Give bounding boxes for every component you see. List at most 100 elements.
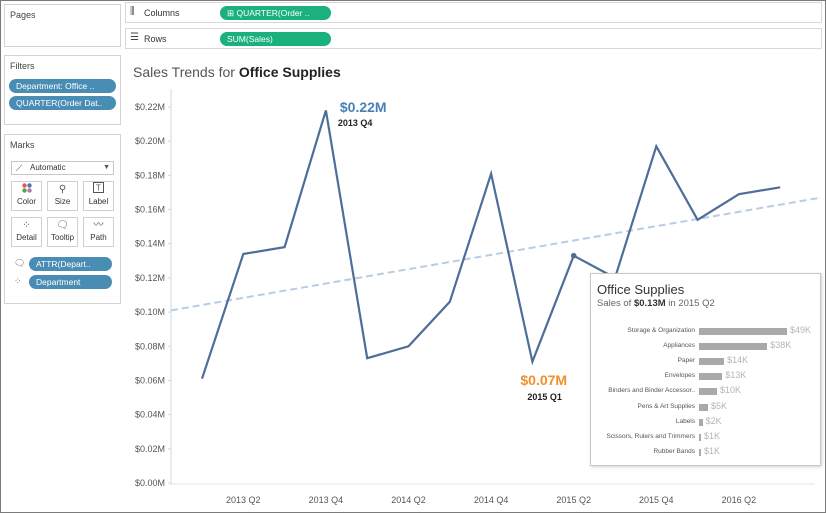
y-tick-label: $0.08M: [135, 341, 165, 351]
tooltip-row-name: Appliances: [663, 342, 695, 350]
y-tick-label: $0.16M: [135, 205, 165, 215]
detail-icon: ⁘: [22, 220, 31, 231]
filters-title: Filters: [10, 61, 35, 71]
rows-shelf[interactable]: ☰ Rows SUM(Sales): [125, 28, 822, 49]
label-button[interactable]: T Label: [83, 181, 114, 211]
tooltip-row: Envelopes $13K: [591, 369, 822, 383]
pages-shelf[interactable]: Pages: [4, 4, 121, 47]
tooltip-row-bar: [699, 373, 723, 381]
size-label: Size: [54, 197, 71, 206]
columns-icon: ⫼: [130, 6, 135, 17]
x-tick-label: 2014 Q2: [391, 495, 426, 505]
filters-shelf[interactable]: Filters Department: Office .. QUARTER(Or…: [4, 55, 121, 125]
mark-type-dropdown[interactable]: ⟋ Automatic ▼: [11, 161, 114, 175]
detail-field-icon: ⁘: [14, 276, 22, 286]
columns-pill-quarter[interactable]: ⊞ QUARTER(Order ..: [220, 6, 331, 20]
tooltip-row-name: Paper: [677, 357, 695, 365]
size-icon: ⚲: [58, 184, 67, 195]
min-period-label: 2015 Q1: [527, 392, 562, 402]
tooltip-row-bar: [699, 358, 725, 366]
rows-icon: ☰: [130, 32, 139, 43]
max-value-label: $0.22M: [340, 99, 387, 115]
color-icon: [12, 182, 41, 197]
tooltip-row-value: $2K: [705, 415, 722, 426]
tooltip-title: Office Supplies: [597, 282, 685, 297]
tooltip-row: Labels $2K: [591, 415, 822, 429]
tooltip-row-name: Scissors, Rulers and Trimmers: [606, 432, 696, 440]
tooltip-row: Pens & Art Supplies $5K: [591, 400, 822, 414]
marks-field-attr-department[interactable]: ATTR(Depart..: [29, 257, 112, 271]
columns-shelf[interactable]: ⫼ Columns ⊞ QUARTER(Order ..: [125, 2, 822, 23]
marks-field-department[interactable]: Department: [29, 275, 112, 289]
y-tick-label: $0.04M: [135, 410, 165, 420]
tooltip-row-name: Rubber Bands: [653, 447, 695, 455]
tooltip-subtitle: Sales of $0.13M in 2015 Q2: [597, 298, 715, 309]
tooltip-row-bar: [699, 448, 701, 456]
path-icon: 〰: [93, 220, 104, 231]
tooltip-row-value: $14K: [727, 355, 749, 366]
tooltip-sub-suffix: in 2015 Q2: [665, 298, 715, 309]
tooltip-sub-value: $0.13M: [633, 298, 666, 309]
x-tick-label: 2013 Q4: [309, 495, 344, 505]
tooltip-row: Scissors, Rulers and Trimmers $1K: [591, 430, 822, 444]
tooltip-row-name: Envelopes: [664, 372, 695, 380]
tooltip-row-name: Binders and Binder Accessor..: [608, 387, 695, 395]
y-tick-label: $0.22M: [135, 102, 165, 112]
tooltip-row: Paper $14K: [591, 354, 822, 368]
tooltip-row: Appliances $38K: [591, 339, 822, 353]
y-tick-label: $0.06M: [135, 375, 165, 385]
y-tick-label: $0.02M: [135, 444, 165, 454]
marks-card: Marks ⟋ Automatic ▼ Color ⚲ Size T Label…: [4, 134, 121, 304]
path-button[interactable]: 〰 Path: [83, 217, 114, 247]
tooltip-row-bar: [699, 433, 701, 441]
x-tick-label: 2015 Q4: [639, 495, 674, 505]
tooltip-field-icon: 🗨: [14, 258, 26, 268]
svg-text:T: T: [96, 183, 101, 192]
pages-title: Pages: [10, 10, 36, 20]
y-tick-label: $0.14M: [135, 239, 165, 249]
y-tick-label: $0.00M: [135, 478, 165, 488]
filter-pill-department[interactable]: Department: Office ..: [9, 79, 116, 93]
tooltip-row-value: $5K: [710, 400, 727, 411]
tooltip-row-value: $10K: [719, 385, 741, 396]
detail-button[interactable]: ⁘ Detail: [11, 217, 42, 247]
x-tick-label: 2015 Q2: [556, 495, 591, 505]
tooltip-row-bar: [699, 328, 787, 335]
tooltip-row-value: $1K: [704, 430, 721, 441]
color-button[interactable]: Color: [11, 181, 42, 211]
line-mark-icon: ⟋: [16, 163, 23, 173]
path-label: Path: [90, 233, 107, 242]
tooltip-row: Binders and Binder Accessor.. $10K: [591, 384, 822, 398]
y-tick-label: $0.10M: [135, 307, 165, 317]
color-label: Color: [16, 197, 37, 206]
x-tick-label: 2016 Q2: [722, 495, 757, 505]
highlighted-data-point: [570, 252, 577, 259]
filter-pill-quarter[interactable]: QUARTER(Order Dat..: [9, 96, 116, 110]
tooltip-button[interactable]: 🗨 Tooltip: [47, 217, 78, 247]
rows-label: Rows: [144, 34, 167, 44]
y-tick-label: $0.20M: [135, 136, 165, 146]
tooltip-row-bar: [699, 343, 768, 351]
tooltip-row-name: Storage & Organization: [627, 327, 695, 334]
tooltip-row: Storage & Organization $49K: [591, 324, 822, 338]
label-label: Label: [88, 197, 109, 206]
x-tick-label: 2014 Q4: [474, 495, 509, 505]
chevron-down-icon: ▼: [103, 164, 110, 171]
tooltip-row: Rubber Bands $1K: [591, 445, 822, 459]
mark-type-label: Automatic: [30, 163, 66, 172]
detail-label: Detail: [16, 233, 37, 242]
size-button[interactable]: ⚲ Size: [47, 181, 78, 211]
tooltip-row-bar: [699, 418, 703, 426]
tooltip-row-value: $13K: [725, 370, 747, 381]
max-period-label: 2013 Q4: [338, 118, 373, 128]
min-value-label: $0.07M: [520, 372, 567, 388]
tooltip-row-name: Pens & Art Supplies: [637, 402, 695, 410]
y-tick-label: $0.12M: [135, 273, 165, 283]
chart-tooltip: Office Supplies Sales of $0.13M in 2015 …: [590, 273, 821, 466]
tooltip-row-value: $38K: [770, 340, 792, 351]
tooltip-row-name: Labels: [675, 417, 695, 425]
tooltip-label: Tooltip: [50, 233, 75, 242]
tooltip-row-value: $49K: [790, 325, 812, 335]
marks-title: Marks: [10, 140, 35, 150]
rows-pill-sales[interactable]: SUM(Sales): [220, 32, 331, 46]
